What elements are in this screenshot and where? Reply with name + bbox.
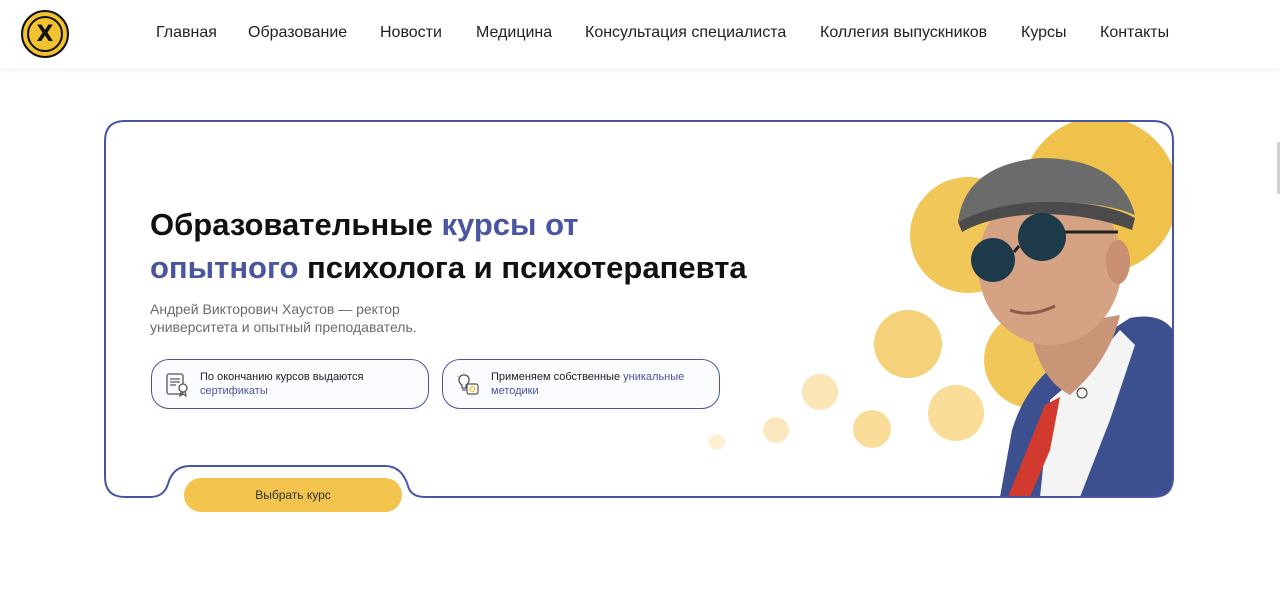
decor-circle <box>853 410 891 448</box>
decor-circle <box>709 434 725 450</box>
hero-title-part: психолога и психотерапевта <box>298 250 747 285</box>
hero-title: Образовательные курсы от опытного психоло… <box>150 203 770 289</box>
person-sunglasses <box>971 238 1015 282</box>
hero-title-accent: курсы от <box>441 207 579 242</box>
feature-accent-text: сертификаты <box>200 385 268 397</box>
choose-course-button[interactable]: Выбрать курс <box>184 478 402 512</box>
hero-title-part: Образовательные <box>150 207 442 242</box>
feature-certificates: По окончанию курсов выдаются сертификаты <box>151 359 429 409</box>
certificate-icon <box>166 373 188 397</box>
hero-title-accent: опытного <box>150 250 299 285</box>
lightbulb-gear-icon <box>456 372 479 395</box>
decor-circle <box>802 374 838 410</box>
decor-circle <box>763 417 789 443</box>
feature-methods: Применяем собственные уникальные методик… <box>442 359 720 409</box>
hero-subtitle: Андрей Викторович Хаустов — ректор униве… <box>150 301 417 335</box>
feature-text: Применяем собственные <box>491 371 624 383</box>
feature-text: По окончанию курсов выдаются <box>200 371 364 383</box>
decor-circle <box>928 385 984 441</box>
decor-circle <box>874 310 942 378</box>
